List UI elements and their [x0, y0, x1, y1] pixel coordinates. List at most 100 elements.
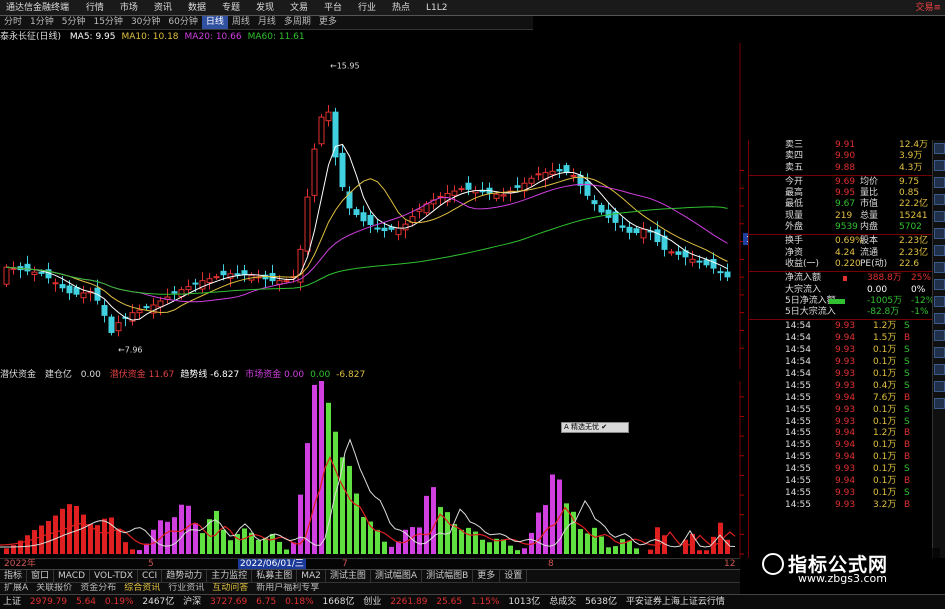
ext-tab-4[interactable]: 行业资讯 [164, 583, 208, 594]
selection-popup[interactable]: A 精选无忧 ✔ [561, 422, 629, 433]
side-tool-icon[interactable] [934, 143, 945, 154]
indicator-bar [536, 512, 541, 554]
indicator-val2: 0.00 [80, 370, 101, 380]
ext-tab-5[interactable]: 互动问答 [208, 583, 252, 594]
menu-item[interactable]: 文易 [282, 0, 316, 15]
menu-item[interactable]: 平台 [316, 0, 350, 15]
indicator-bar [634, 548, 639, 554]
indicator-bar [466, 527, 471, 554]
candle-body [458, 188, 465, 191]
tab-2[interactable]: MACD [54, 570, 91, 582]
ext-tab-0[interactable]: 扩展A [0, 583, 32, 594]
stat-value: 9.69 [835, 176, 856, 187]
quote-row: 外盘 9539 内盘 5702 [749, 222, 933, 233]
candle-body [304, 196, 311, 252]
side-tool-icon[interactable] [934, 364, 945, 375]
side-tool-icon[interactable] [934, 347, 945, 358]
side-tool-icon[interactable] [934, 398, 945, 409]
side-toolbar [932, 140, 945, 558]
tick-side: S [904, 404, 910, 415]
side-tool-icon[interactable] [934, 262, 945, 273]
side-tool-icon[interactable] [934, 194, 945, 205]
tab-6[interactable]: 主力监控 [207, 570, 253, 582]
menu-item[interactable]: 行情 [78, 0, 112, 15]
indicator-bar [263, 537, 268, 554]
menu-item[interactable]: 专题 [214, 0, 248, 15]
side-tool-icon[interactable] [934, 177, 945, 188]
menu-item[interactable]: 资讯 [146, 0, 180, 15]
tab-3[interactable]: VOL-TDX [90, 570, 138, 582]
period-9[interactable]: 多周期 [280, 16, 315, 29]
period-5[interactable]: 60分钟 [164, 16, 201, 29]
indicator-bar [599, 536, 604, 554]
tab-9[interactable]: 测试主图 [326, 570, 371, 582]
period-3[interactable]: 15分钟 [89, 16, 126, 29]
tab-11[interactable]: 测试幅图B [422, 570, 474, 582]
indicator-bar [130, 549, 135, 554]
side-tool-icon[interactable] [934, 245, 945, 256]
period-4[interactable]: 30分钟 [127, 16, 164, 29]
side-tool-icon[interactable] [934, 228, 945, 239]
candle-body [591, 200, 598, 205]
period-0[interactable]: 分时 [0, 16, 26, 29]
tab-7[interactable]: 私募主图 [252, 570, 298, 582]
indicator-bar [102, 518, 107, 554]
tab-13[interactable]: 设置 [500, 570, 528, 582]
candlestick-chart[interactable]: 13.0012.5012.0011.5011.0010.5010.009.509… [0, 43, 780, 369]
side-tool-icon[interactable] [934, 160, 945, 171]
side-tool-icon[interactable] [934, 313, 945, 324]
period-7[interactable]: 周线 [228, 16, 254, 29]
menu-item[interactable]: 热点 [384, 0, 418, 15]
period-2[interactable]: 5分钟 [58, 16, 90, 29]
quote-row: 今开 9.69 均价 9.75 [749, 177, 933, 188]
tick-side: S [904, 321, 910, 332]
flow-percent: -12% [911, 295, 933, 306]
ext-tab-2[interactable]: 资金分布 [76, 583, 120, 594]
candle-body [605, 209, 612, 218]
tab-0[interactable]: 指标 [0, 570, 28, 582]
tab-5[interactable]: 趋势动力 [162, 570, 208, 582]
indicator-chart[interactable]: 160.00140.00120.00100.0080.0060.0040.002… [0, 381, 780, 558]
candle-body [451, 190, 458, 196]
menu-item[interactable]: 市场 [112, 0, 146, 15]
quote-row: 卖五 9.88 4.3万 [749, 163, 933, 174]
sh-label: 上证 [3, 597, 22, 607]
tab-10[interactable]: 测试幅图A [371, 570, 423, 582]
side-tool-icon[interactable] [934, 381, 945, 392]
ext-tab-6[interactable]: 新用户福利专享 [252, 583, 323, 594]
side-tool-icon[interactable] [934, 279, 945, 290]
tick-volume: 0.1万 [873, 345, 897, 356]
period-1[interactable]: 1分钟 [26, 16, 58, 29]
trade-button[interactable]: 交易≡ [915, 0, 941, 15]
cy-amount: 1013亿 [508, 597, 541, 607]
side-tool-icon[interactable] [934, 296, 945, 307]
period-10[interactable]: 更多 [315, 16, 341, 29]
stat-value: 22.6 [899, 258, 920, 269]
side-tool-icon[interactable] [934, 330, 945, 341]
quote-row: 大宗流入 0.00 0% [749, 285, 933, 296]
sz-percent: 0.18% [285, 597, 314, 607]
stat-label: 总量 [860, 210, 879, 221]
side-tool-icon[interactable] [934, 211, 945, 222]
menu-item[interactable]: 数据 [180, 0, 214, 15]
menu-item[interactable]: 行业 [350, 0, 384, 15]
tab-12[interactable]: 更多 [473, 570, 501, 582]
stat-value: 2.23亿 [899, 247, 929, 258]
period-8[interactable]: 月线 [254, 16, 280, 29]
menu-item[interactable]: 发现 [248, 0, 282, 15]
tick-row: 14:55 9.94 0.1万 B [749, 440, 933, 452]
tab-4[interactable]: CCI [138, 570, 163, 582]
date-cursor: 2022/06/01/三 [238, 559, 306, 569]
candle-body [346, 191, 353, 209]
ext-tab-3[interactable]: 综合资讯 [120, 583, 164, 594]
tab-8[interactable]: MA2 [297, 570, 326, 582]
period-6[interactable]: 日线 [201, 16, 228, 29]
stat-value: 0.85 [899, 188, 920, 199]
indicator-bar [109, 517, 114, 554]
tab-1[interactable]: 窗口 [27, 570, 55, 582]
tick-time: 14:54 [785, 321, 811, 332]
ext-tab-1[interactable]: 关联报价 [32, 583, 76, 594]
menu-item[interactable]: L1L2 [418, 0, 455, 15]
candle-body [689, 258, 696, 263]
tick-time: 14:55 [785, 404, 811, 415]
